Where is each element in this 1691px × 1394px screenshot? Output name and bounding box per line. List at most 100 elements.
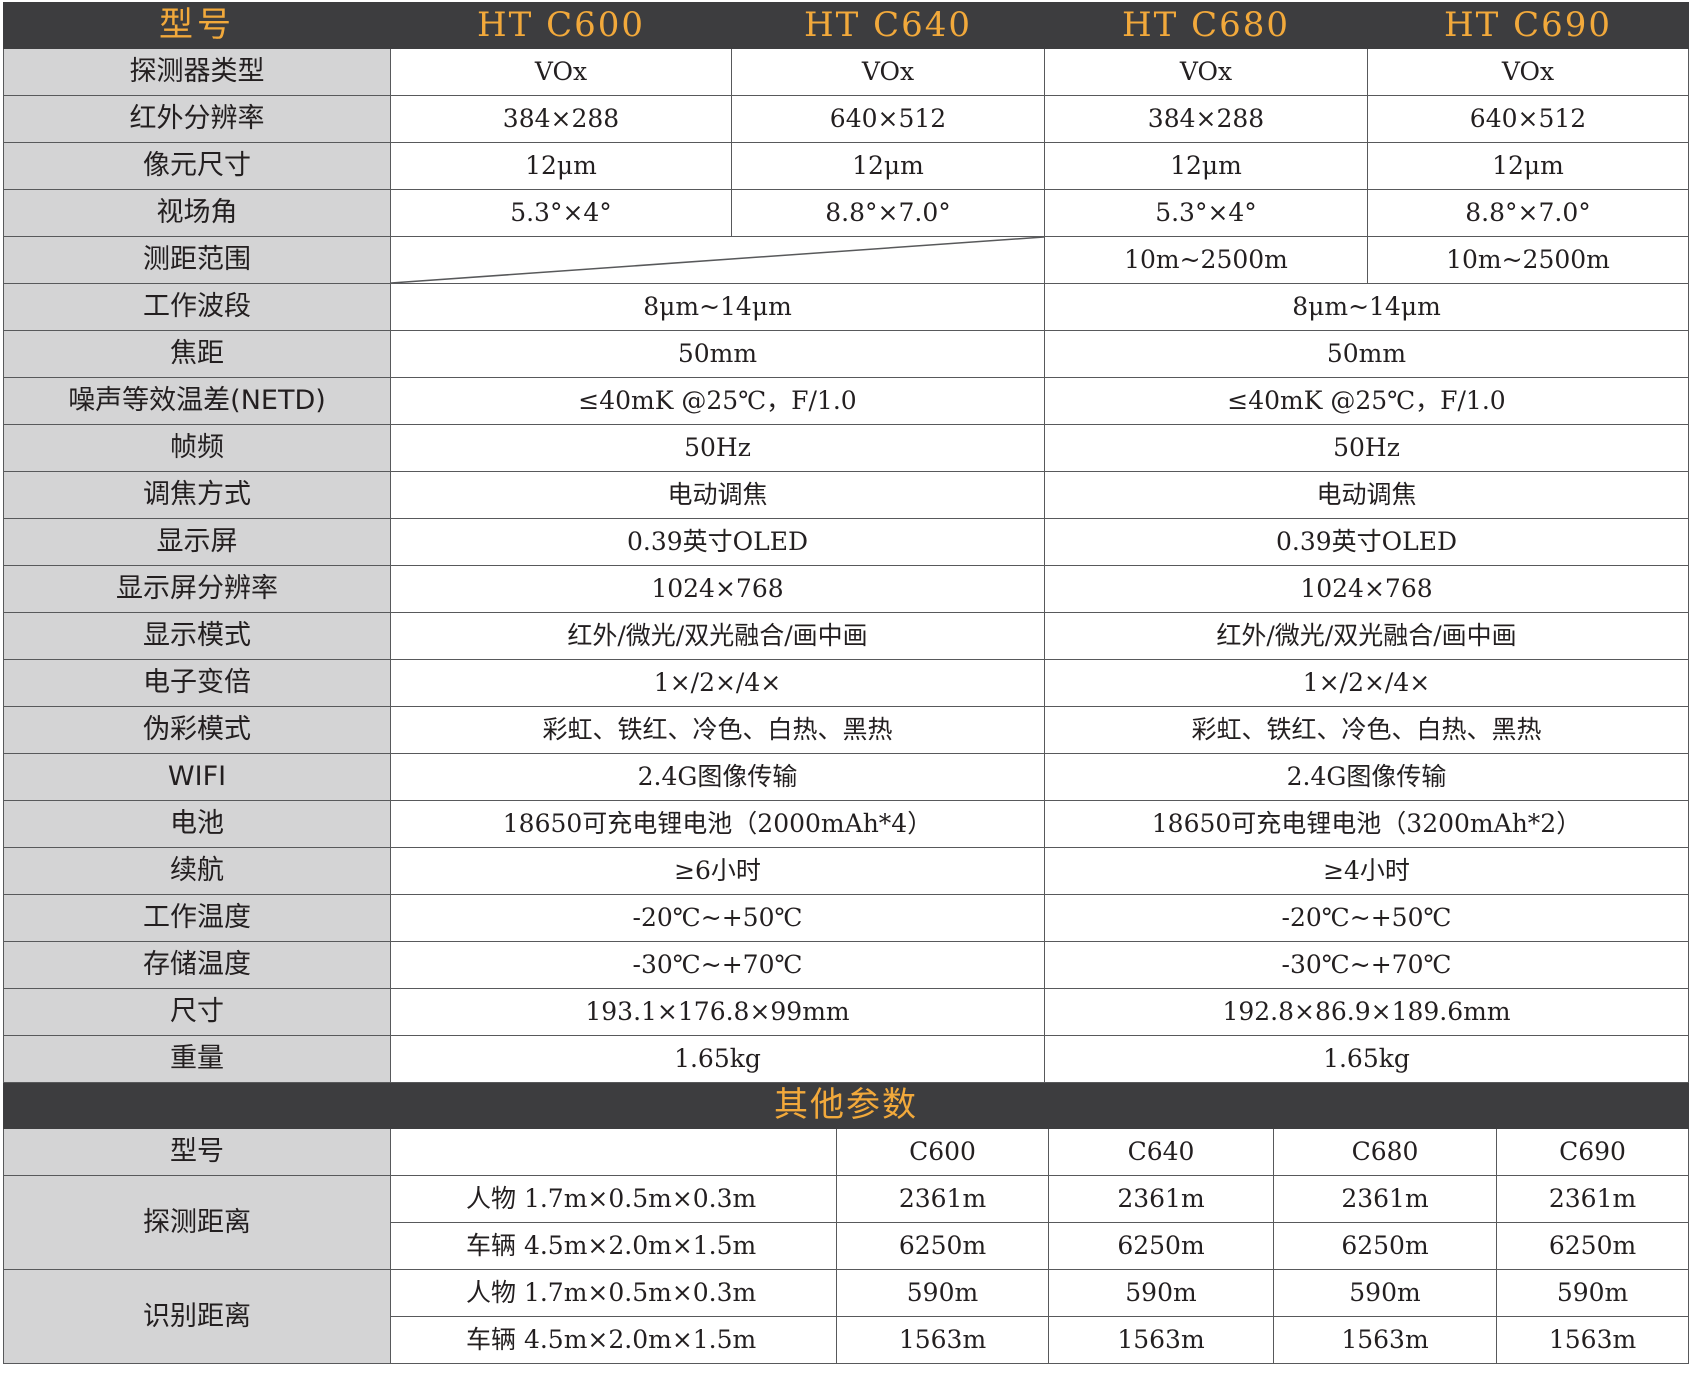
- cell: -30℃~+70℃: [390, 941, 1045, 989]
- row-label: 重量: [3, 1035, 391, 1083]
- cell: 590m: [1273, 1269, 1497, 1317]
- row-label: 显示屏: [3, 518, 391, 566]
- cell: VOx: [731, 48, 1045, 96]
- row-label: 调焦方式: [3, 471, 391, 519]
- cell: 50Hz: [1044, 424, 1689, 472]
- cell: 6250m: [1048, 1222, 1274, 1270]
- cell: 红外/微光/双光融合/画中画: [390, 612, 1045, 660]
- row-label: 伪彩模式: [3, 706, 391, 754]
- cell: 1.65kg: [1044, 1035, 1689, 1083]
- cell: 193.1×176.8×99mm: [390, 988, 1045, 1036]
- row-label: 红外分辨率: [3, 95, 391, 143]
- row-display-res: 显示屏分辨率 1024×768 1024×768: [3, 565, 1689, 613]
- cell: 1563m: [1495, 1316, 1690, 1364]
- cell: 红外/微光/双光融合/画中画: [1044, 612, 1689, 660]
- model-c690: HT C690: [1367, 2, 1689, 49]
- cell: 1024×768: [390, 565, 1045, 613]
- row-pixel-size: 像元尺寸 12μm 12μm 12μm 12μm: [3, 142, 1689, 190]
- cell: 8μm~14μm: [1044, 283, 1689, 331]
- cell: 8.8°×7.0°: [731, 189, 1045, 237]
- row-ir-resolution: 红外分辨率 384×288 640×512 384×288 640×512: [3, 95, 1689, 143]
- cell: 2361m: [1273, 1175, 1497, 1223]
- cell: 384×288: [390, 95, 732, 143]
- cell: ≤40mK @25℃，F/1.0: [390, 377, 1045, 425]
- cell: ≤40mK @25℃，F/1.0: [1044, 377, 1689, 425]
- cell: -20℃~+50℃: [390, 894, 1045, 942]
- row-label: WIFI: [3, 753, 391, 801]
- cell: 8μm~14μm: [390, 283, 1045, 331]
- cell: 2361m: [1495, 1175, 1690, 1223]
- cell: 2361m: [836, 1175, 1049, 1223]
- cell: 18650可充电锂电池（3200mAh*2）: [1044, 800, 1689, 848]
- cell: 590m: [1048, 1269, 1274, 1317]
- row-op-temp: 工作温度 -20℃~+50℃ -20℃~+50℃: [3, 894, 1689, 942]
- row-label: 工作温度: [3, 894, 391, 942]
- not-applicable-cell: [390, 236, 1045, 284]
- header-row: 型号 HT C600 HT C640 HT C680 HT C690: [3, 2, 1689, 49]
- row-zoom: 电子变倍 1×/2×/4× 1×/2×/4×: [3, 659, 1689, 707]
- row-label: 工作波段: [3, 283, 391, 331]
- row-wifi: WIFI 2.4G图像传输 2.4G图像传输: [3, 753, 1689, 801]
- cell: 640×512: [1367, 95, 1689, 143]
- row-waveband: 工作波段 8μm~14μm 8μm~14μm: [3, 283, 1689, 331]
- cell: 590m: [1495, 1269, 1690, 1317]
- row-storage-temp: 存储温度 -30℃~+70℃ -30℃~+70℃: [3, 941, 1689, 989]
- cell: 彩虹、铁红、冷色、白热、黑热: [390, 706, 1045, 754]
- empty-cell: [390, 1128, 837, 1176]
- cell: 12μm: [731, 142, 1045, 190]
- model-label: 型号: [3, 1128, 391, 1176]
- row-label: 探测器类型: [3, 48, 391, 96]
- cell: 1.65kg: [390, 1035, 1045, 1083]
- cell: 12μm: [390, 142, 732, 190]
- cell: 2361m: [1048, 1175, 1274, 1223]
- cell: 384×288: [1044, 95, 1368, 143]
- recognition-row-person: 识别距离 人物 1.7m×0.5m×0.3m 590m 590m 590m 59…: [3, 1269, 1690, 1364]
- row-display: 显示屏 0.39英寸OLED 0.39英寸OLED: [3, 518, 1689, 566]
- cell: 2.4G图像传输: [390, 753, 1045, 801]
- other-params-header: 其他参数: [2, 1083, 1690, 1129]
- row-label: 尺寸: [3, 988, 391, 1036]
- cell: -30℃~+70℃: [1044, 941, 1689, 989]
- detection-row-person: 探测距离 人物 1.7m×0.5m×0.3m 2361m 2361m 2361m…: [3, 1175, 1690, 1270]
- row-battery: 电池 18650可充电锂电池（2000mAh*4） 18650可充电锂电池（32…: [3, 800, 1689, 848]
- spec-sheet: 型号 HT C600 HT C640 HT C680 HT C690 探测器类型…: [2, 2, 1690, 1364]
- row-label: 视场角: [3, 189, 391, 237]
- cell: 5.3°×4°: [1044, 189, 1368, 237]
- detection-label: 探测距离: [3, 1175, 391, 1270]
- model-label: 型号: [3, 2, 391, 49]
- cell: VOx: [390, 48, 732, 96]
- cell: 10m~2500m: [1044, 236, 1368, 284]
- row-display-mode: 显示模式 红外/微光/双光融合/画中画 红外/微光/双光融合/画中画: [3, 612, 1689, 660]
- cell: 0.39英寸OLED: [390, 518, 1045, 566]
- model-c600: C600: [836, 1128, 1049, 1176]
- model-c600: HT C600: [390, 2, 732, 49]
- cell: 50mm: [390, 330, 1045, 378]
- row-focus: 调焦方式 电动调焦 电动调焦: [3, 471, 1689, 519]
- cell: 6250m: [836, 1222, 1049, 1270]
- cell: 50mm: [1044, 330, 1689, 378]
- diagonal-slash: [391, 237, 1044, 283]
- row-label: 电子变倍: [3, 659, 391, 707]
- cell: 1×/2×/4×: [1044, 659, 1689, 707]
- cell: 1563m: [1273, 1316, 1497, 1364]
- cell: 6250m: [1273, 1222, 1497, 1270]
- cell: 1×/2×/4×: [390, 659, 1045, 707]
- cell: 1563m: [836, 1316, 1049, 1364]
- model-c690: C690: [1495, 1128, 1690, 1176]
- cell: -20℃~+50℃: [1044, 894, 1689, 942]
- row-frame-rate: 帧频 50Hz 50Hz: [3, 424, 1689, 472]
- row-palette: 伪彩模式 彩虹、铁红、冷色、白热、黑热 彩虹、铁红、冷色、白热、黑热: [3, 706, 1689, 754]
- row-ranging: 测距范围 10m~2500m 10m~2500m: [3, 236, 1689, 284]
- cell: 2.4G图像传输: [1044, 753, 1689, 801]
- target-vehicle: 车辆 4.5m×2.0m×1.5m: [390, 1316, 837, 1364]
- other-params-title: 其他参数: [2, 1083, 1690, 1129]
- cell: 1024×768: [1044, 565, 1689, 613]
- row-label: 电池: [3, 800, 391, 848]
- row-label: 像元尺寸: [3, 142, 391, 190]
- model-c640: HT C640: [731, 2, 1045, 49]
- model-c680: HT C680: [1044, 2, 1368, 49]
- other-model-row: 型号 C600 C640 C680 C690: [3, 1128, 1690, 1176]
- cell: 50Hz: [390, 424, 1045, 472]
- cell: 彩虹、铁红、冷色、白热、黑热: [1044, 706, 1689, 754]
- cell: 1563m: [1048, 1316, 1274, 1364]
